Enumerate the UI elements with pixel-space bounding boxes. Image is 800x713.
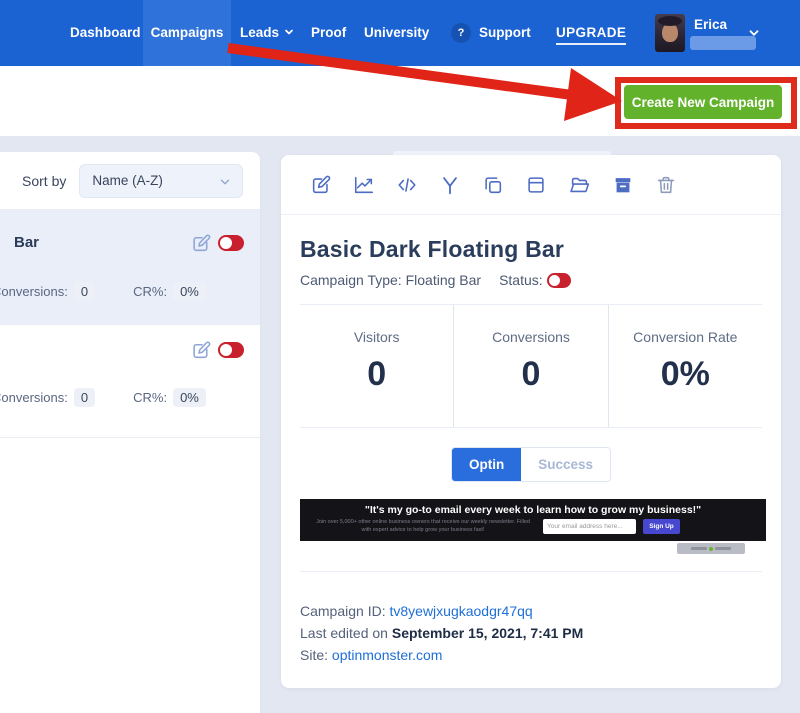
sort-select-value: Name (A-Z) bbox=[92, 173, 163, 188]
nav-support[interactable]: Support bbox=[479, 0, 531, 66]
edit-icon[interactable] bbox=[310, 174, 332, 196]
chevron-down-icon bbox=[218, 175, 232, 189]
stat-value: 0 bbox=[454, 355, 607, 394]
stat-label: Conversions bbox=[454, 329, 607, 345]
stat-label: Conversion Rate bbox=[609, 329, 762, 345]
conversions-label: Conversions: bbox=[0, 284, 68, 299]
last-edited-label: Last edited on bbox=[300, 625, 388, 641]
status-toggle[interactable] bbox=[547, 273, 571, 288]
create-new-campaign-button[interactable]: Create New Campaign bbox=[624, 85, 782, 119]
campaign-detail-panel: Basic Dark Floating Bar Campaign Type: F… bbox=[281, 155, 781, 688]
trash-icon[interactable] bbox=[655, 174, 677, 196]
chevron-down-icon bbox=[283, 26, 295, 38]
stats-row: Visitors 0 Conversions 0 Conversion Rate… bbox=[300, 305, 762, 427]
cr-label: CR%: bbox=[133, 284, 167, 299]
optinmonster-dashboard: Dashboard Campaigns Leads Proof Universi… bbox=[0, 0, 800, 713]
last-edited-value: September 15, 2021, 7:41 PM bbox=[392, 625, 583, 641]
campaign-preview: "It's my go-to email every week to learn… bbox=[300, 499, 762, 541]
cr-value: 0% bbox=[173, 388, 206, 407]
campaign-list-item[interactable]: Conversions: 0 CR%: 0% bbox=[0, 325, 260, 438]
user-avatar[interactable] bbox=[655, 14, 685, 52]
nav-campaigns[interactable]: Campaigns bbox=[143, 0, 231, 66]
conversions-value: 0 bbox=[74, 282, 95, 301]
site-link[interactable]: optinmonster.com bbox=[332, 647, 443, 663]
edit-icon[interactable] bbox=[191, 233, 212, 259]
nav-leads[interactable]: Leads bbox=[240, 0, 295, 66]
campaign-id-link[interactable]: tv8yewjxugkaodgr47qq bbox=[389, 603, 532, 619]
status-toggle[interactable] bbox=[218, 342, 244, 358]
divider bbox=[300, 571, 762, 572]
cr-label: CR%: bbox=[133, 390, 167, 405]
campaign-type-value: Floating Bar bbox=[406, 272, 481, 288]
analytics-icon[interactable] bbox=[353, 174, 375, 196]
tab-optin[interactable]: Optin bbox=[452, 448, 521, 481]
layout-icon[interactable] bbox=[525, 174, 547, 196]
edit-icon[interactable] bbox=[191, 340, 212, 366]
floating-bar-preview: "It's my go-to email every week to learn… bbox=[300, 499, 766, 541]
cr-value: 0% bbox=[173, 282, 206, 301]
preview-email-field bbox=[543, 519, 636, 534]
campaign-list-item[interactable]: Bar Conversions: 0 CR%: 0% bbox=[0, 210, 260, 325]
last-edited-line: Last edited on September 15, 2021, 7:41 … bbox=[300, 622, 762, 644]
duplicate-icon[interactable] bbox=[482, 174, 504, 196]
sort-row: Sort by Name (A-Z) bbox=[0, 152, 260, 210]
preview-tabs: Optin Success bbox=[300, 447, 762, 482]
site-line: Site: optinmonster.com bbox=[300, 644, 762, 666]
divider bbox=[300, 427, 762, 428]
help-circle-icon[interactable]: ? bbox=[451, 23, 471, 43]
stat-label: Visitors bbox=[300, 329, 453, 345]
campaign-id-label: Campaign ID: bbox=[300, 603, 386, 619]
nav-dashboard[interactable]: Dashboard bbox=[70, 0, 141, 66]
page-title: Basic Dark Floating Bar bbox=[300, 236, 762, 263]
nav-university[interactable]: University bbox=[364, 0, 429, 66]
tab-success[interactable]: Success bbox=[521, 448, 610, 481]
archive-icon[interactable] bbox=[612, 174, 634, 196]
preview-signup-button: Sign Up bbox=[643, 519, 680, 534]
sort-select[interactable]: Name (A-Z) bbox=[79, 164, 243, 198]
campaign-list-sidebar: Sort by Name (A-Z) Bar Conversions: 0 CR… bbox=[0, 152, 260, 713]
stat-value: 0% bbox=[609, 355, 762, 394]
conversions-value: 0 bbox=[74, 388, 95, 407]
chevron-down-icon[interactable] bbox=[747, 26, 761, 40]
campaign-type-label: Campaign Type: bbox=[300, 272, 402, 288]
split-test-icon[interactable] bbox=[439, 174, 461, 196]
stat-value: 0 bbox=[300, 355, 453, 394]
site-label: Site: bbox=[300, 647, 328, 663]
conversions-stat: Conversions 0 bbox=[453, 305, 607, 427]
campaign-stats: Conversions: 0 CR%: 0% bbox=[0, 388, 206, 407]
preview-subtext: Join over 5,000+ other online business o… bbox=[312, 519, 534, 535]
campaign-id-line: Campaign ID: tv8yewjxugkaodgr47qq bbox=[300, 600, 762, 622]
campaign-name: Bar bbox=[14, 234, 39, 251]
folder-open-icon[interactable] bbox=[568, 174, 591, 196]
top-nav: Dashboard Campaigns Leads Proof Universi… bbox=[0, 0, 800, 66]
campaign-info-footer: Campaign ID: tv8yewjxugkaodgr47qq Last e… bbox=[300, 600, 762, 666]
code-icon[interactable] bbox=[396, 174, 418, 196]
campaign-stats: Conversions: 0 CR%: 0% bbox=[0, 282, 206, 301]
campaign-meta: Campaign Type: Floating Bar Status: bbox=[300, 272, 762, 288]
preview-quote: "It's my go-to email every week to learn… bbox=[300, 504, 766, 516]
user-name[interactable]: Erica bbox=[694, 17, 727, 33]
conversions-label: Conversions: bbox=[0, 390, 68, 405]
conversion-rate-stat: Conversion Rate 0% bbox=[608, 305, 762, 427]
optinmonster-watermark bbox=[677, 543, 745, 554]
sort-by-label: Sort by bbox=[22, 173, 66, 189]
avatar-hair bbox=[658, 16, 682, 26]
campaign-toolbar bbox=[281, 155, 781, 215]
nav-proof[interactable]: Proof bbox=[311, 0, 346, 66]
visitors-stat: Visitors 0 bbox=[300, 305, 453, 427]
nav-upgrade[interactable]: UPGRADE bbox=[556, 25, 626, 45]
status-label: Status: bbox=[499, 272, 543, 288]
status-toggle[interactable] bbox=[218, 235, 244, 251]
